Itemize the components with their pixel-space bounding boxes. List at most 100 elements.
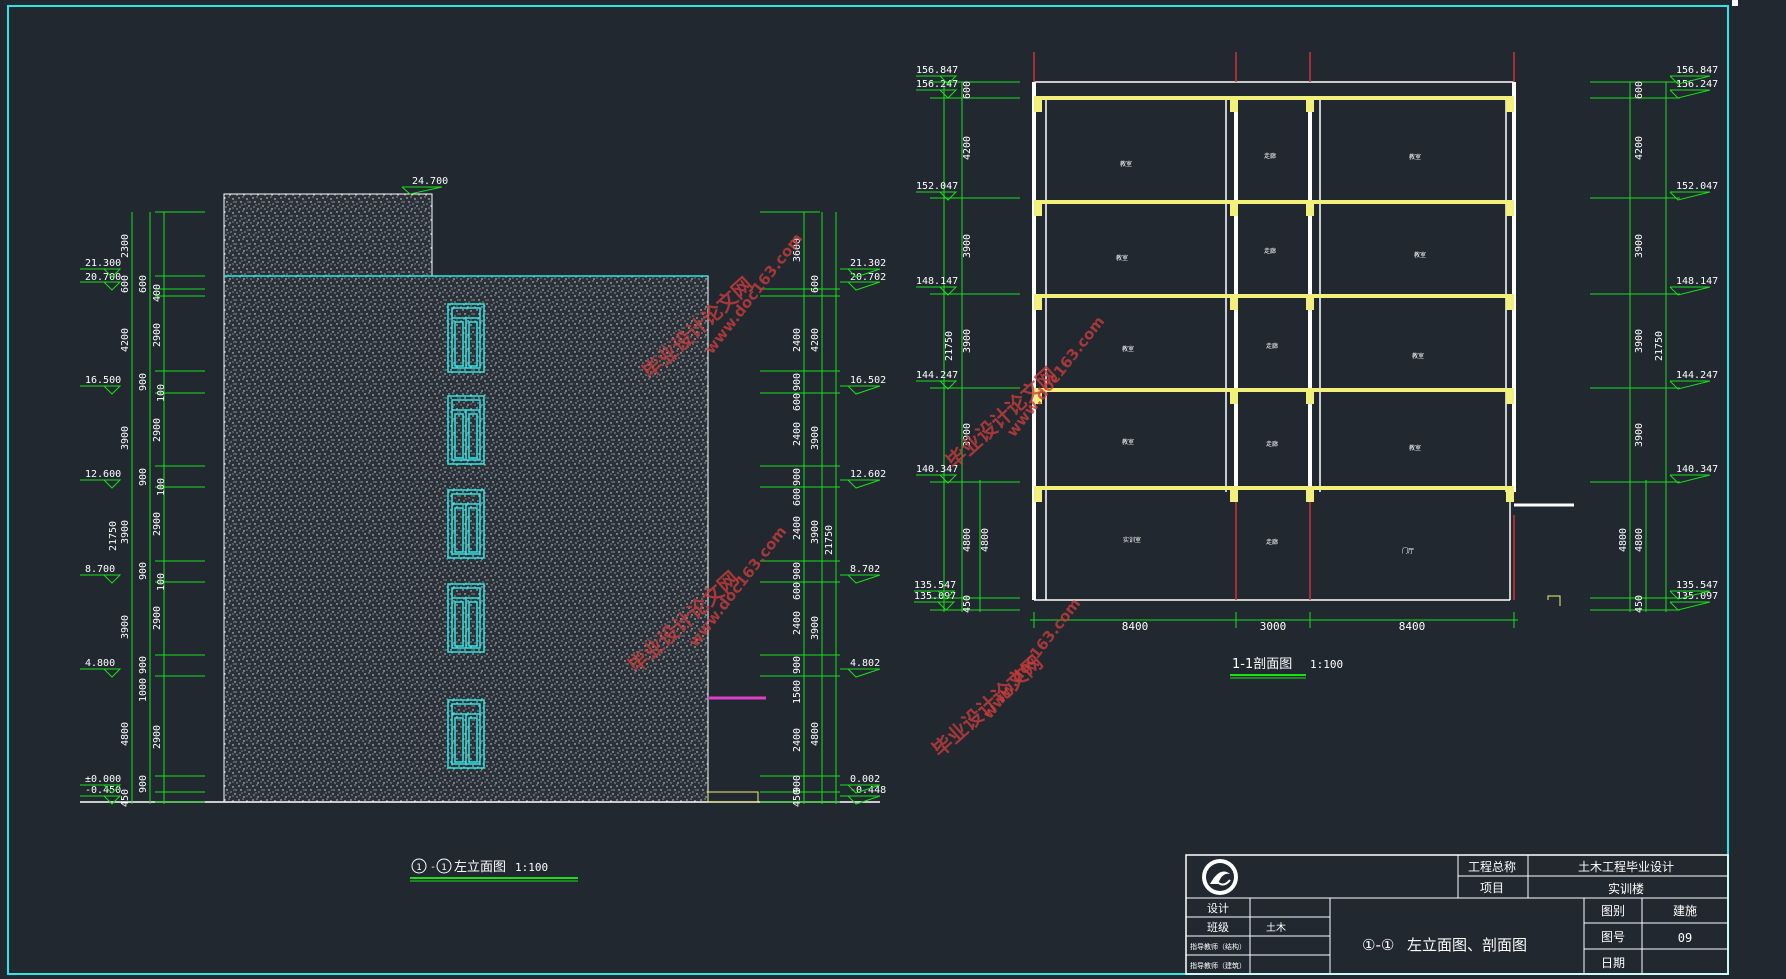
level-label: -0.448 [850, 785, 886, 796]
dim-label: 4800 [962, 528, 973, 552]
dim-label: 2400 [792, 516, 803, 540]
level-label: 135.547 [914, 580, 956, 591]
room-label: 走廊 [1266, 440, 1278, 448]
project-value: 土木工程毕业设计 [1578, 859, 1674, 874]
drawing-title-prefix: ①-① [1362, 936, 1394, 954]
class-value: 土木 [1266, 921, 1286, 934]
dim-label: 600 [138, 275, 149, 293]
number-value: 09 [1678, 931, 1692, 945]
dim-label: 4800 [120, 722, 131, 746]
elevation-dim-text-left: 2300 600 4200 3900 21750 3900 3900 4800 … [108, 234, 167, 807]
room-label: 教室 [1116, 254, 1128, 262]
level-label: 135.547 [1676, 580, 1718, 591]
dim-label: 3900 [120, 426, 131, 450]
level-label: 148.147 [916, 276, 958, 287]
level-label: 12.602 [850, 469, 886, 480]
level-label: 21.302 [850, 258, 886, 269]
dim-label: 900 [138, 468, 149, 486]
dim-label: 2400 [792, 728, 803, 752]
level-label: -0.450 [85, 785, 121, 796]
section-dim-lines [930, 81, 1680, 628]
level-label: 4.800 [85, 658, 115, 669]
dim-label: 3900 [120, 520, 131, 544]
section-levels-right: 156.847 156.247 152.047 148.147 144.247 … [1676, 65, 1718, 602]
dim-label: 2400 [792, 422, 803, 446]
number-label: 图号 [1601, 930, 1625, 944]
dim-label: 2900 [152, 418, 163, 442]
title-block: 工程总称 土木工程毕业设计 项目 实训楼 设计 班级 土木 指导教师（结构） 指… [1185, 854, 1729, 975]
level-label: 144.247 [1676, 370, 1718, 381]
level-label: 20.702 [850, 272, 886, 283]
dim-label: 900 [792, 373, 803, 391]
dim-label: 1500 [792, 680, 803, 704]
room-label: 教室 [1409, 153, 1421, 161]
dim-label: 100 [156, 478, 167, 496]
drawing-title: 左立面图、剖面图 [1407, 936, 1527, 954]
dim-label: 600 [792, 488, 803, 506]
room-label: 门厅 [1402, 547, 1414, 555]
class-label: 班级 [1207, 921, 1229, 934]
dim-label: 600 [792, 582, 803, 600]
section-span-text: 8400 3000 8400 [1122, 620, 1426, 633]
level-label: 12.600 [85, 469, 121, 480]
dim-label: 900 [138, 562, 149, 580]
span-label: 8400 [1122, 620, 1149, 633]
category-label: 图别 [1601, 904, 1625, 918]
room-label: 教室 [1412, 352, 1424, 360]
dim-label: 3900 [810, 426, 821, 450]
dim-label: 3900 [120, 615, 131, 639]
dim-label: 450 [962, 595, 973, 613]
level-label: 16.502 [850, 375, 886, 386]
section-dim-text: 600 4200 3900 3900 3900 4800 4800 450 21… [944, 81, 1665, 613]
dim-label: 2400 [792, 611, 803, 635]
dim-label: 900 [138, 656, 149, 674]
room-label: 走廊 [1264, 247, 1276, 255]
dim-label: 21750 [944, 331, 955, 361]
level-label: 140.347 [1676, 464, 1718, 475]
dim-label: 600 [792, 393, 803, 411]
dim-label: 4800 [810, 722, 821, 746]
watermark-url: www.doc163.com [979, 595, 1084, 723]
item-label: 项目 [1480, 881, 1504, 895]
axis-label: 1 [416, 863, 421, 873]
dim-label: 900 [792, 562, 803, 580]
dim-label: 1000 [138, 678, 149, 702]
dim-label: 2900 [152, 725, 163, 749]
dim-label: 3900 [962, 329, 973, 353]
level-label: 0.002 [850, 774, 880, 785]
watermark-url: www.doc163.com [1003, 313, 1108, 441]
room-label: 教室 [1120, 160, 1132, 168]
dim-label: 600 [962, 81, 973, 99]
date-label: 日期 [1601, 956, 1625, 970]
elevation-scale: 1:100 [515, 861, 548, 874]
elevation-title: 1 - 1 左立面图 1:100 [410, 858, 578, 882]
school-logo-icon [1202, 859, 1238, 895]
section-1-1: 教室 走廊 教室 教室 走廊 教室 教室 走廊 教室 教室 走廊 教室 实训室 … [914, 52, 1718, 679]
dim-label: 4200 [120, 328, 131, 352]
design-label: 设计 [1207, 902, 1229, 915]
dim-label: 2300 [120, 234, 131, 258]
room-label: 实训室 [1123, 536, 1141, 544]
level-label: 21.300 [85, 258, 121, 269]
section-inner-walls [1034, 81, 1574, 601]
dim-label: 3900 [810, 520, 821, 544]
section-step [1547, 595, 1561, 606]
room-label: 走廊 [1266, 342, 1278, 350]
level-label: 152.047 [916, 181, 958, 192]
elevation-dim-left [131, 211, 205, 804]
dim-label: 3900 [1634, 329, 1645, 353]
roof-level-label: 24.700 [412, 176, 448, 187]
advisor-architecture-label: 指导教师（建筑） [1190, 961, 1246, 970]
dim-label: 4200 [1634, 136, 1645, 160]
dim-label: 400 [152, 284, 163, 302]
dim-label: 3900 [1634, 234, 1645, 258]
project-label: 工程总称 [1468, 859, 1516, 874]
level-label: 16.500 [85, 375, 121, 386]
dim-label: 100 [156, 573, 167, 591]
dim-label: 900 [792, 468, 803, 486]
stair-tower [223, 193, 433, 277]
dim-label: 3900 [810, 616, 821, 640]
room-label: 教室 [1409, 444, 1421, 452]
dim-label: 900 [792, 656, 803, 674]
level-label: 156.847 [916, 65, 958, 76]
